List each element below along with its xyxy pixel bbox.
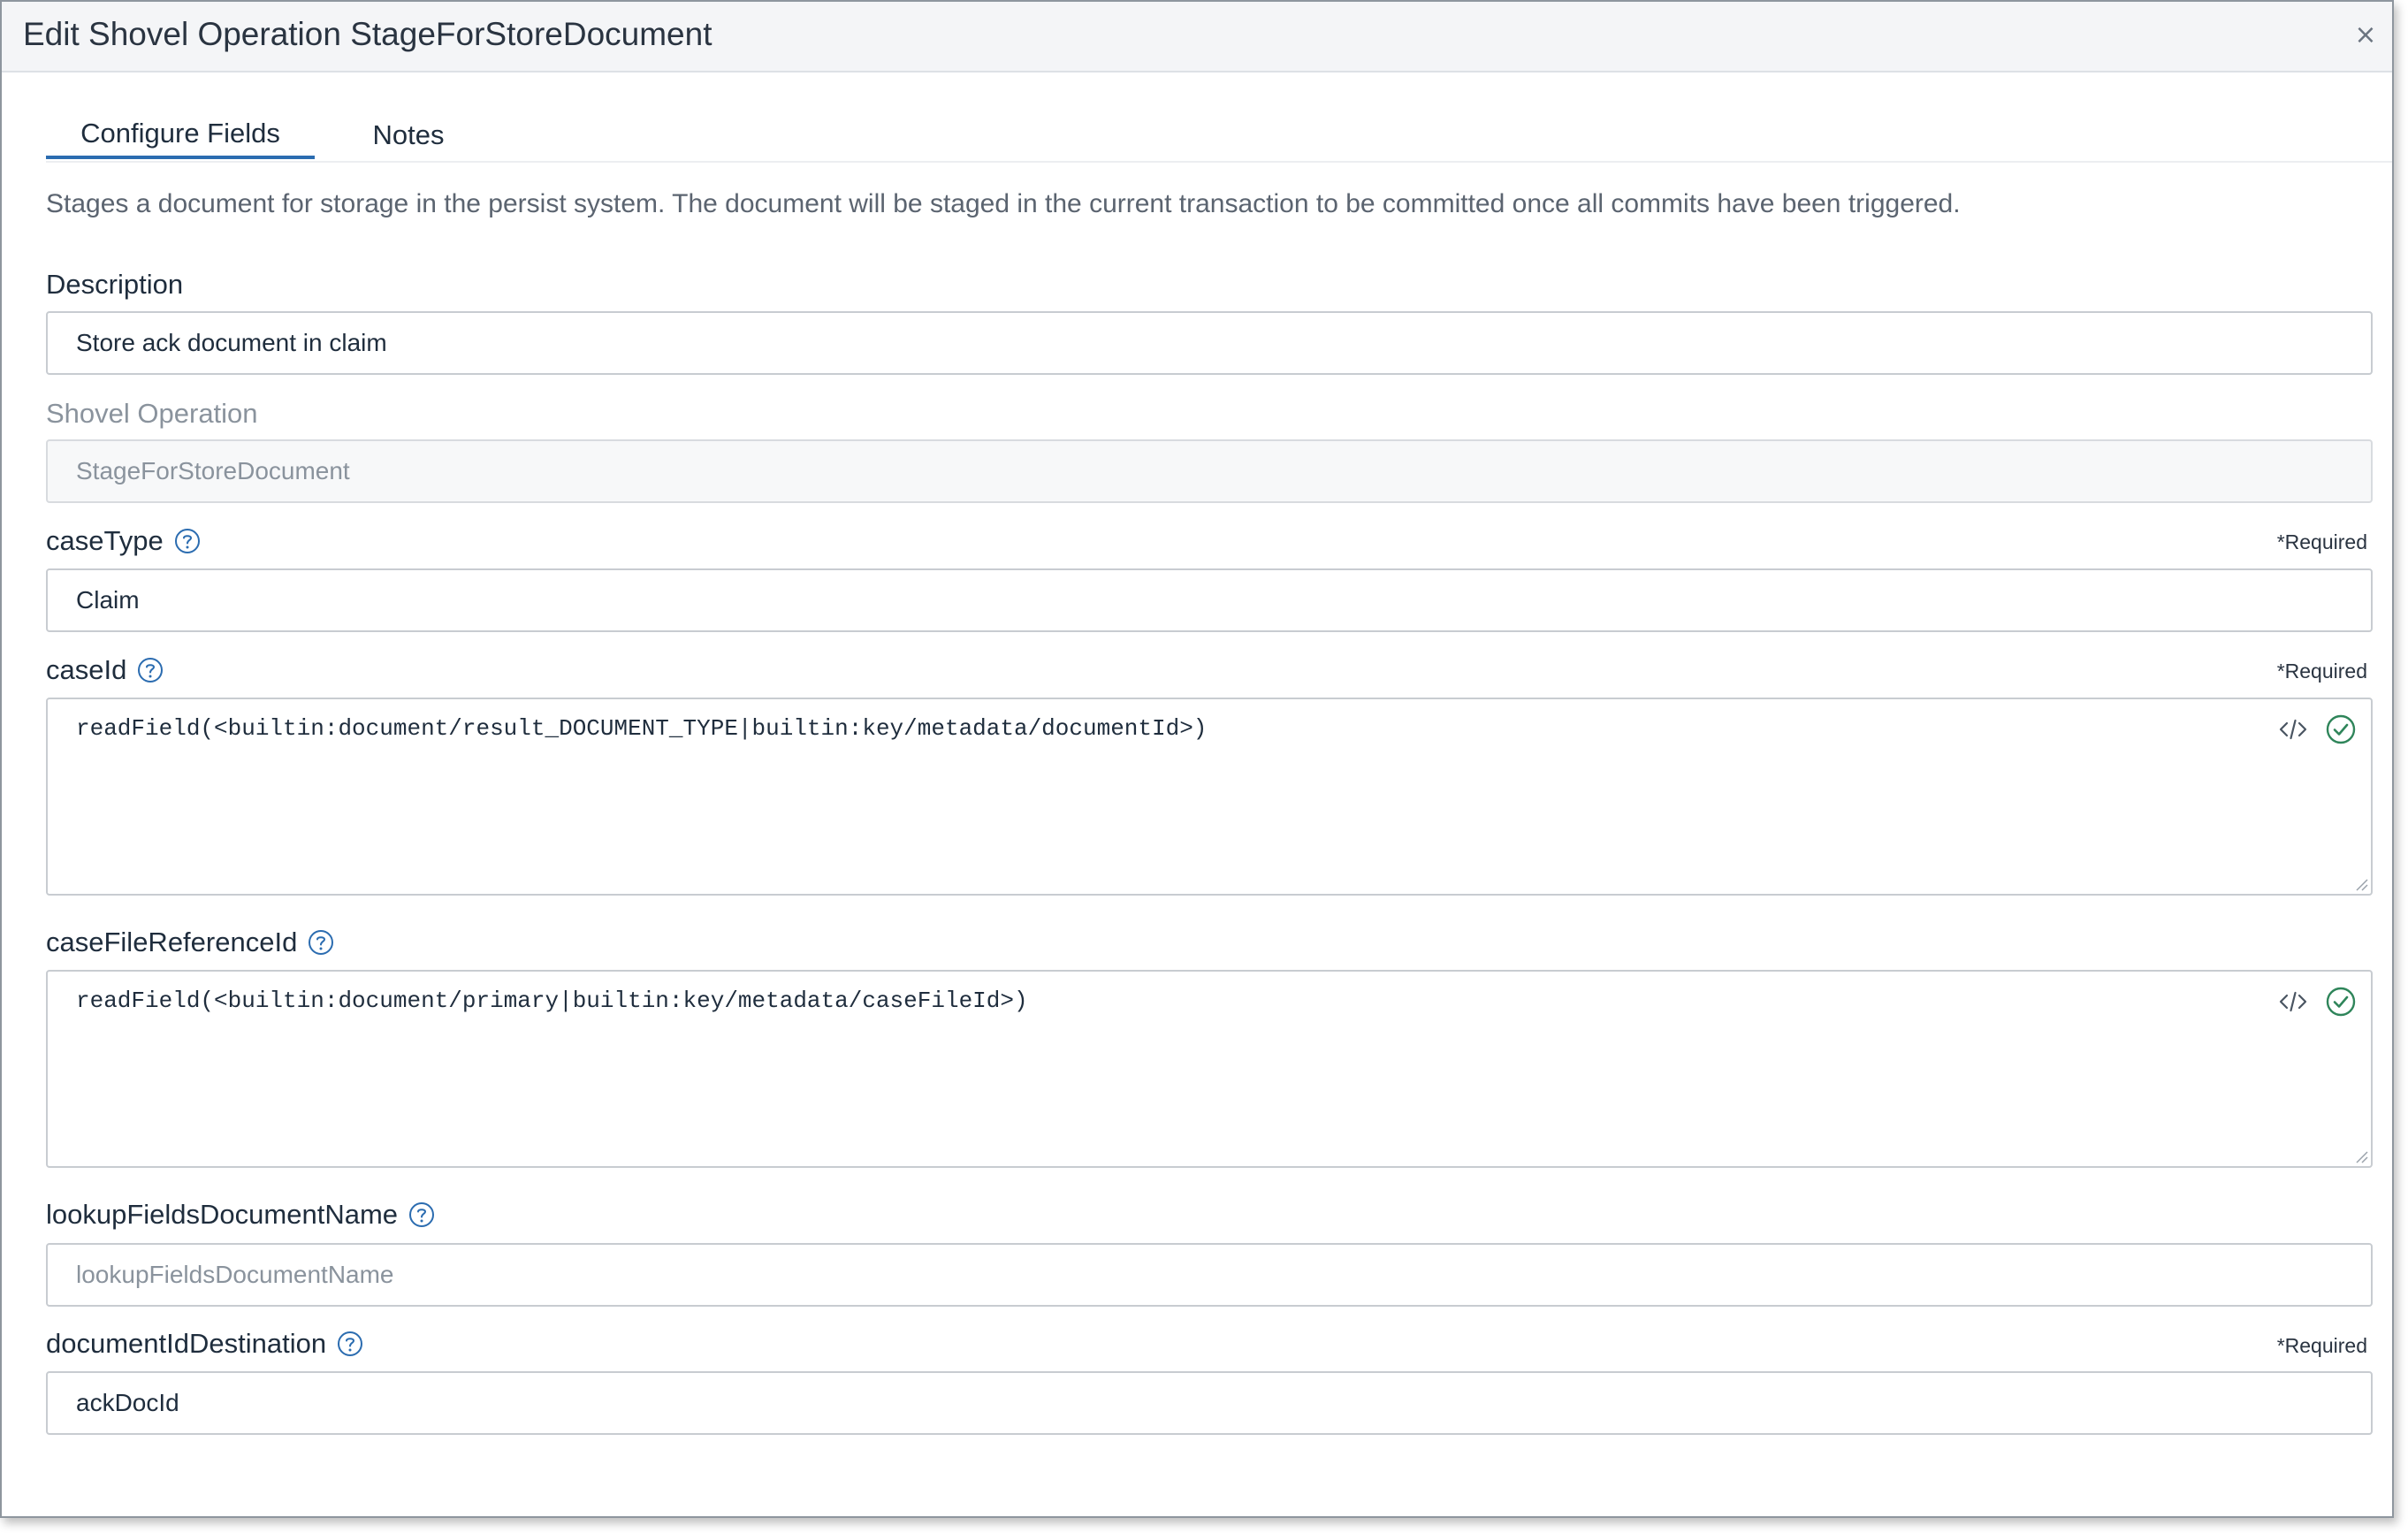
code-icon[interactable]: [2277, 986, 2309, 1018]
description-label-text: Description: [46, 269, 184, 300]
shovel-operation-label-text: Shovel Operation: [46, 398, 258, 429]
resize-handle-icon[interactable]: [2353, 876, 2369, 892]
help-circle-icon[interactable]: [308, 929, 334, 956]
lookup-fields-document-name-input[interactable]: [46, 1243, 2373, 1307]
dialog-title: Edit Shovel Operation StageForStoreDocum…: [23, 16, 712, 52]
required-indicator: *Required: [2276, 530, 2367, 553]
case-id-expression[interactable]: readField(<builtin:document/result_DOCUM…: [76, 715, 1207, 742]
description-label: Description: [46, 269, 183, 301]
tab-notes[interactable]: Notes: [343, 111, 474, 159]
help-circle-icon[interactable]: [137, 657, 164, 683]
shovel-operation-input: [46, 439, 2373, 503]
case-file-reference-id-label-text: caseFileReferenceId: [46, 927, 298, 957]
tab-bar: Configure Fields Notes: [46, 111, 2392, 163]
case-id-expression-editor[interactable]: readField(<builtin:document/result_DOCUM…: [46, 698, 2373, 896]
operation-description-text: Stages a document for storage in the per…: [46, 189, 1961, 218]
case-file-reference-id-expression[interactable]: readField(<builtin:document/primary|buil…: [76, 988, 1028, 1014]
document-id-destination-label: documentIdDestination: [46, 1328, 363, 1360]
help-circle-icon[interactable]: [174, 528, 201, 554]
tab-configure-fields[interactable]: Configure Fields: [46, 111, 315, 159]
case-file-reference-id-expression-editor[interactable]: readField(<builtin:document/primary|buil…: [46, 970, 2373, 1168]
case-id-label: caseId: [46, 654, 164, 686]
case-type-label-text: caseType: [46, 525, 164, 556]
case-id-label-text: caseId: [46, 654, 127, 685]
shovel-operation-label: Shovel Operation: [46, 398, 258, 430]
code-icon[interactable]: [2277, 713, 2309, 745]
required-indicator: *Required: [2276, 1334, 2367, 1357]
help-circle-icon[interactable]: [408, 1201, 435, 1228]
lookup-fields-document-name-label: lookupFieldsDocumentName: [46, 1199, 435, 1231]
document-id-destination-label-text: documentIdDestination: [46, 1328, 327, 1359]
case-file-reference-id-label: caseFileReferenceId: [46, 927, 334, 958]
resize-handle-icon[interactable]: [2353, 1148, 2369, 1164]
case-type-input[interactable]: [46, 568, 2373, 632]
lookup-fields-document-name-label-text: lookupFieldsDocumentName: [46, 1199, 399, 1230]
case-type-label: caseType: [46, 525, 201, 557]
check-circle-icon: [2326, 987, 2356, 1017]
close-icon[interactable]: ×: [2348, 18, 2383, 53]
description-input[interactable]: [46, 311, 2373, 375]
document-id-destination-input[interactable]: [46, 1371, 2373, 1435]
required-indicator: *Required: [2276, 660, 2367, 683]
dialog-header: Edit Shovel Operation StageForStoreDocum…: [2, 2, 2392, 72]
edit-shovel-operation-dialog: Edit Shovel Operation StageForStoreDocum…: [0, 0, 2394, 1518]
check-circle-icon: [2326, 714, 2356, 744]
help-circle-icon[interactable]: [337, 1331, 363, 1357]
